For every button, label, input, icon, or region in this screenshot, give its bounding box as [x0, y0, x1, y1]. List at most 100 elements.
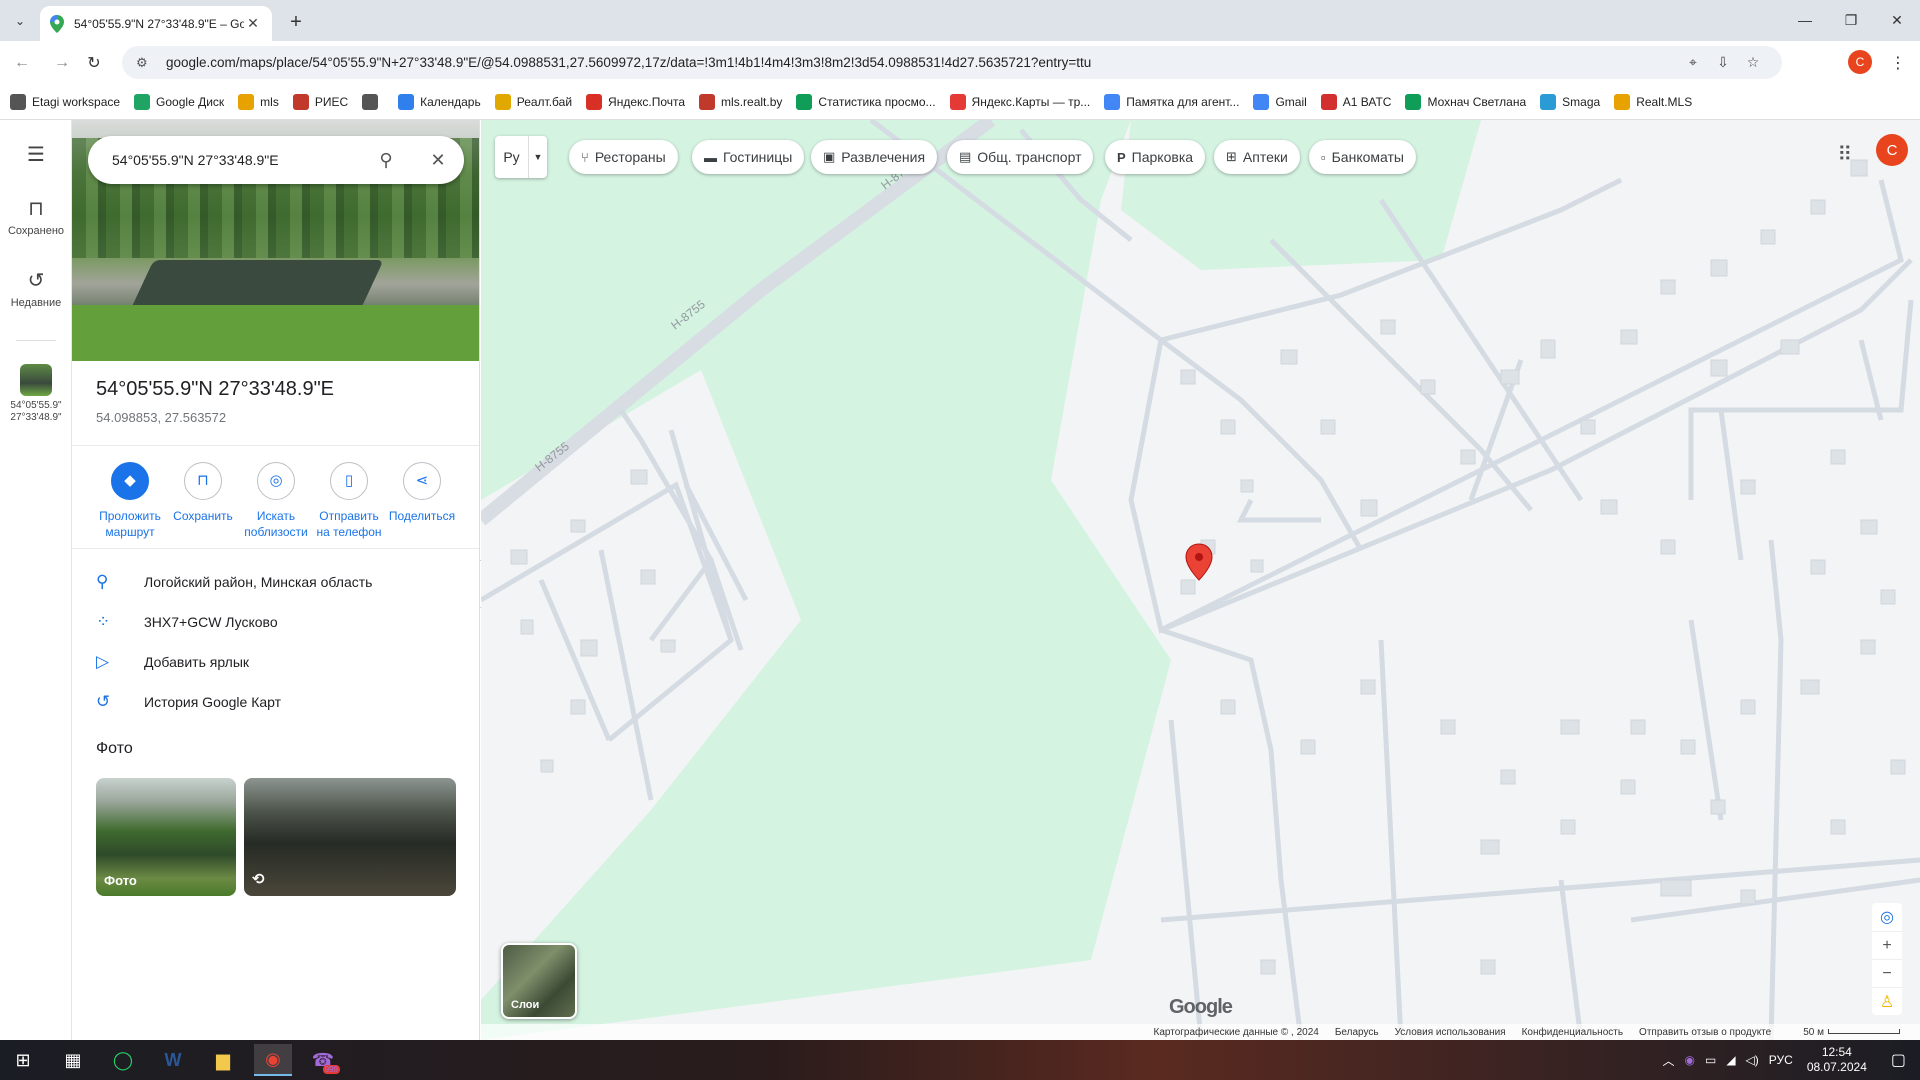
- bookmark-label: Etagi workspace: [32, 94, 121, 109]
- chip-atms[interactable]: ▫ Банкоматы: [1309, 140, 1416, 174]
- bookmark-item[interactable]: Etagi workspace: [10, 93, 121, 110]
- bookmark-item[interactable]: Яндекс.Почта: [586, 93, 686, 110]
- bookmark-item[interactable]: Gmail: [1253, 93, 1307, 110]
- calculator-icon[interactable]: ▦: [54, 1044, 92, 1076]
- bookmark-item[interactable]: mls.realt.by: [699, 93, 782, 110]
- file-explorer-icon[interactable]: ▆: [204, 1044, 242, 1076]
- feedback-link[interactable]: Отправить отзыв о продукте: [1639, 1027, 1771, 1038]
- terms-link[interactable]: Условия использования: [1395, 1027, 1506, 1038]
- reload-button[interactable]: ↻: [80, 49, 108, 77]
- bookmark-item[interactable]: mls: [238, 93, 279, 110]
- chip-pharmacies[interactable]: ⊞ Аптеки: [1214, 140, 1300, 174]
- photo-thumbnail[interactable]: Фото: [96, 778, 236, 896]
- viber-tray-icon[interactable]: ◉: [1684, 1053, 1694, 1067]
- history-icon: ↺: [96, 692, 111, 711]
- menu-icon[interactable]: ☰: [0, 142, 72, 167]
- restore-button[interactable]: ❐: [1828, 0, 1874, 40]
- language-selector[interactable]: Ру ▼: [495, 136, 547, 178]
- bookmark-item[interactable]: Мохнач Светлана: [1405, 93, 1526, 110]
- chip-hotels[interactable]: ▬ Гостиницы: [692, 140, 805, 174]
- bookmark-item[interactable]: Статистика просмо...: [796, 93, 936, 110]
- tray-expand-icon[interactable]: ︿: [1662, 1052, 1674, 1069]
- bookmark-item[interactable]: РИЕС: [292, 93, 348, 110]
- bookmark-item[interactable]: A1 ВАТС: [1320, 93, 1391, 110]
- apps-grid-icon[interactable]: ⠿: [1837, 142, 1852, 167]
- zoom-out-button[interactable]: −: [1872, 959, 1902, 987]
- tab-search-button[interactable]: ⌄: [8, 9, 32, 33]
- info-pluscode[interactable]: ⁘ 3HX7+GCW Лусково: [72, 602, 479, 642]
- profile-avatar[interactable]: C: [1848, 50, 1872, 74]
- save-button[interactable]: ⊓ Сохранить: [167, 462, 239, 524]
- rail-recent[interactable]: ↺ Недавние: [0, 268, 72, 309]
- account-avatar[interactable]: C: [1876, 134, 1908, 166]
- bookmark-star-icon[interactable]: ☆: [1738, 54, 1768, 71]
- info-history[interactable]: ↺ История Google Карт: [72, 682, 479, 722]
- bookmark-item[interactable]: Календарь: [398, 93, 481, 110]
- address-bar[interactable]: ⚙ google.com/maps/place/54°05'55.9"N+27°…: [122, 46, 1782, 79]
- bookmark-label: Realt.MLS: [1636, 94, 1693, 109]
- scale-indicator[interactable]: 50 м: [1787, 1027, 1900, 1038]
- map-canvas[interactable]: Н-8755 Н-8755 Н-87 Ру ▼ ⑂ Рестораны ▬ Гост…: [481, 120, 1920, 1040]
- bookmark-item[interactable]: Smaga: [1540, 93, 1600, 110]
- bookmark-label: Яндекс.Почта: [608, 94, 686, 109]
- input-language[interactable]: РУС: [1769, 1053, 1793, 1067]
- panorama-thumbnail[interactable]: ⟲: [244, 778, 456, 896]
- tab-close-icon[interactable]: ✕: [244, 15, 262, 32]
- viber-icon[interactable]: ☎ 999: [304, 1044, 342, 1076]
- whatsapp-icon[interactable]: ◯: [104, 1044, 142, 1076]
- share-button[interactable]: ⋖ Поделиться: [386, 462, 458, 524]
- rail-history-item[interactable]: 54°05'55.9" 27°33'48.9": [0, 364, 72, 424]
- site-info-icon[interactable]: ⚙: [136, 55, 154, 71]
- chip-label: Развлечения: [841, 149, 926, 165]
- chrome-icon[interactable]: ◉: [254, 1044, 292, 1076]
- bookmark-item[interactable]: Google Диск: [134, 93, 224, 110]
- place-decimal-coords[interactable]: 54.098853, 27.563572: [96, 410, 226, 425]
- location-icon[interactable]: ⌖: [1678, 54, 1708, 71]
- action-label: маршрут: [105, 525, 155, 539]
- tab-active[interactable]: 54°05'55.9"N 27°33'48.9"E – Go ✕: [40, 6, 272, 41]
- volume-icon[interactable]: ◁): [1746, 1053, 1759, 1067]
- browser-menu-icon[interactable]: ⋮: [1884, 49, 1912, 77]
- bookmark-item[interactable]: [362, 93, 384, 110]
- my-location-icon[interactable]: ◎: [1872, 903, 1902, 931]
- clock[interactable]: 12:54 08.07.2024: [1807, 1045, 1867, 1075]
- location-pin-icon[interactable]: [1185, 543, 1213, 581]
- install-app-icon[interactable]: ⇩: [1708, 54, 1738, 71]
- notifications-icon[interactable]: ▢: [1891, 1050, 1906, 1070]
- back-button[interactable]: ←: [8, 49, 36, 77]
- chip-restaurants[interactable]: ⑂ Рестораны: [569, 140, 678, 174]
- bookmark-item[interactable]: Яндекс.Карты — тр...: [949, 93, 1090, 110]
- nearby-button[interactable]: ◎ Искать поблизости: [240, 462, 312, 540]
- chip-entertainment[interactable]: ▣ Развлечения: [811, 140, 938, 174]
- word-icon[interactable]: W: [154, 1044, 192, 1076]
- region-link[interactable]: Беларусь: [1335, 1027, 1379, 1038]
- close-window-button[interactable]: ✕: [1874, 0, 1920, 40]
- search-input[interactable]: 54°05'55.9"N 27°33'48.9"E: [112, 152, 360, 168]
- wifi-icon[interactable]: ◢: [1726, 1053, 1735, 1067]
- rail-saved[interactable]: ⊓ Сохранено: [0, 196, 72, 237]
- pegman-icon[interactable]: ♙: [1872, 987, 1902, 1015]
- sheets-icon: [796, 93, 813, 110]
- search-icon[interactable]: ⚲: [360, 150, 412, 171]
- search-box[interactable]: 54°05'55.9"N 27°33'48.9"E ⚲ ✕: [88, 136, 464, 184]
- chip-parking[interactable]: P Парковка: [1105, 140, 1206, 174]
- network-icon[interactable]: ▭: [1705, 1053, 1716, 1067]
- layers-button[interactable]: Слои: [501, 943, 577, 1019]
- minimize-button[interactable]: —: [1782, 0, 1828, 40]
- forward-button[interactable]: →: [48, 49, 76, 77]
- bookmark-item[interactable]: Realt.MLS: [1614, 93, 1693, 110]
- atm-icon: ▫: [1321, 149, 1326, 165]
- directions-button[interactable]: ◆ Проложить маршрут: [94, 462, 166, 540]
- zoom-in-button[interactable]: +: [1872, 931, 1902, 959]
- bookmark-item[interactable]: Памятка для агент...: [1104, 93, 1239, 110]
- privacy-link[interactable]: Конфиденциальность: [1522, 1027, 1623, 1038]
- new-tab-button[interactable]: +: [282, 8, 310, 36]
- close-icon[interactable]: ✕: [412, 150, 464, 171]
- windows-start-icon[interactable]: ⊞: [4, 1044, 42, 1076]
- info-address[interactable]: ⚲ Логойский район, Минская область: [72, 562, 479, 602]
- send-to-phone-button[interactable]: ▯ Отправить на телефон: [313, 462, 385, 540]
- info-add-label[interactable]: ▷ Добавить ярлык: [72, 642, 479, 682]
- bookmark-item[interactable]: Реалт.бай: [494, 93, 572, 110]
- chip-transit[interactable]: ▤ Общ. транспорт: [947, 140, 1094, 174]
- action-label: Сохранить: [173, 509, 233, 523]
